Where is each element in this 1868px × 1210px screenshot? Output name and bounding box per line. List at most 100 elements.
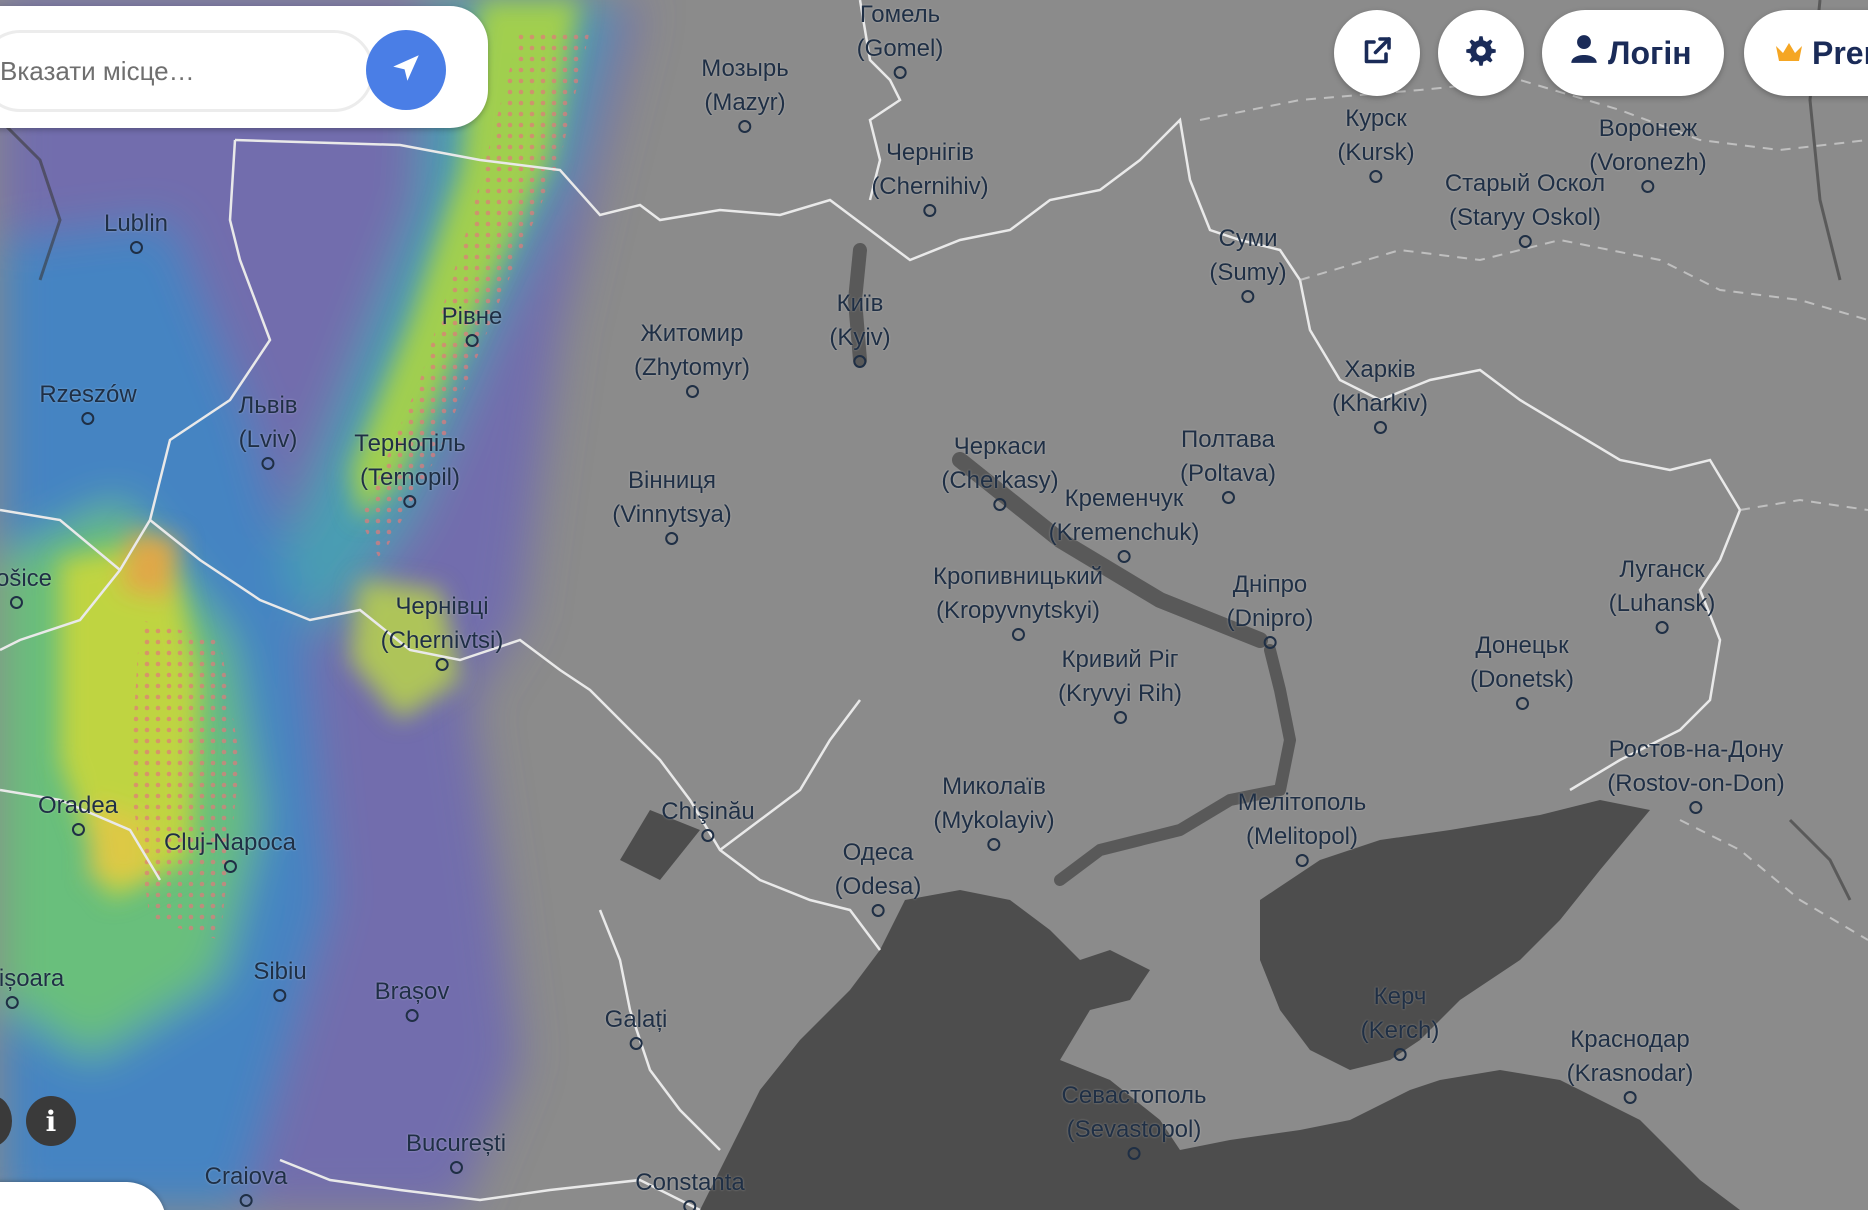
- city-marker: [893, 66, 907, 79]
- city-label-zhytomyr[interactable]: Житомир (Zhytomyr): [634, 317, 750, 398]
- city-label-melitopol[interactable]: Мелітополь (Melitopol): [1237, 786, 1367, 867]
- city-label-constanta[interactable]: Constanta: [635, 1166, 745, 1210]
- city-name: Київ: [836, 290, 884, 317]
- city-label-rivne[interactable]: Рівне: [442, 300, 502, 347]
- city-label-chisinau[interactable]: Chişinău: [661, 795, 755, 842]
- premium-label: Premium: [1812, 34, 1868, 71]
- city-label-voronezh[interactable]: Воронеж (Voronezh): [1589, 112, 1707, 193]
- city-marker: [1117, 550, 1131, 563]
- city-label-craiova[interactable]: Craiova: [205, 1160, 287, 1207]
- city-label-mykolayiv[interactable]: Миколаїв (Mykolayiv): [933, 770, 1055, 851]
- city-marker: [923, 204, 937, 217]
- city-label-staryy-oskol[interactable]: Старый Оскол (Staryy Oskol): [1445, 167, 1605, 248]
- city-label-kremenchuk[interactable]: Кременчук (Kremenchuk): [1049, 482, 1199, 563]
- login-button[interactable]: Логін: [1542, 10, 1724, 96]
- city-marker: [1373, 421, 1387, 434]
- city-name: Харків: [1344, 356, 1416, 383]
- city-latin-name: (Luhansk): [1608, 590, 1716, 617]
- user-icon: [1570, 34, 1598, 72]
- city-name: Sibiu: [253, 958, 307, 985]
- city-label-sibiu[interactable]: Sibiu: [253, 955, 307, 1002]
- city-latin-name: (Zhytomyr): [634, 354, 750, 381]
- city-label-chernivtsi[interactable]: Чернівці (Chernivtsi): [381, 590, 503, 671]
- bottom-panel[interactable]: [0, 1182, 166, 1210]
- city-label-kyiv[interactable]: Київ (Kyiv): [829, 287, 891, 368]
- search-input[interactable]: [0, 30, 374, 112]
- share-button[interactable]: [1334, 10, 1420, 96]
- city-marker: [239, 1194, 253, 1207]
- locate-button[interactable]: [366, 30, 446, 110]
- settings-button[interactable]: [1438, 10, 1524, 96]
- city-label-cherkasy[interactable]: Черкаси (Cherkasy): [941, 430, 1059, 511]
- city-label-kerch[interactable]: Керч (Kerch): [1361, 980, 1439, 1061]
- weather-map[interactable]: Гомель (Gomel) Мозырь (Mazyr) Чернігів (Chern…: [0, 0, 1868, 1210]
- city-name: Вінниця: [627, 467, 716, 494]
- city-label-bucuresti[interactable]: București: [406, 1127, 506, 1174]
- city-name: Львів: [238, 392, 298, 419]
- city-name: Старый Оскол: [1444, 170, 1606, 197]
- city-label-timisoara[interactable]: Timișoara: [0, 962, 64, 1009]
- city-label-sumy[interactable]: Суми (Sumy): [1209, 222, 1287, 303]
- city-label-lviv[interactable]: Львів (Lviv): [238, 389, 298, 470]
- city-label-sevastopol[interactable]: Севастополь (Sevastopol): [1061, 1079, 1207, 1160]
- city-latin-name: (Gomel): [856, 35, 944, 62]
- city-name: Севастополь: [1061, 1082, 1207, 1109]
- city-name: Гомель: [859, 1, 941, 28]
- city-marker: [405, 1009, 419, 1022]
- city-latin-name: (Lviv): [238, 426, 298, 453]
- city-label-kursk[interactable]: Курск (Kursk): [1337, 102, 1415, 183]
- city-label-donetsk[interactable]: Донецьк (Donetsk): [1470, 629, 1574, 710]
- city-latin-name: (Kursk): [1337, 139, 1415, 166]
- city-name: Черкаси: [953, 433, 1047, 460]
- city-label-oradea[interactable]: Oradea: [38, 789, 118, 836]
- info-button[interactable]: i: [26, 1096, 76, 1146]
- city-marker: [1011, 628, 1025, 641]
- city-label-galati[interactable]: Galați: [605, 1003, 667, 1050]
- city-latin-name: (Vinnytsya): [612, 501, 732, 528]
- city-latin-name: (Kropyvnytskyi): [935, 597, 1101, 624]
- city-label-krasnodar[interactable]: Краснодар (Krasnodar): [1567, 1023, 1693, 1104]
- city-marker: [71, 823, 85, 836]
- city-label-luhansk[interactable]: Луганск (Luhansk): [1608, 553, 1716, 634]
- city-label-vinnytsya[interactable]: Вінниця (Vinnytsya): [612, 464, 732, 545]
- city-label-lublin[interactable]: Lublin: [104, 207, 168, 254]
- city-name: Житомир: [640, 320, 744, 347]
- city-marker: [81, 412, 95, 425]
- city-label-brasov[interactable]: Brașov: [375, 975, 449, 1022]
- city-latin-name: (Rostov-on-Don): [1607, 770, 1785, 797]
- city-label-kharkiv[interactable]: Харків (Kharkiv): [1332, 353, 1428, 434]
- city-marker: [1263, 636, 1277, 649]
- city-marker: [871, 904, 885, 917]
- city-name: Rzeszów: [39, 381, 137, 408]
- city-label-rostov[interactable]: Ростов-на-Дону (Rostov-on-Don): [1607, 733, 1785, 814]
- city-label-kryvyi-rih[interactable]: Кривий Ріг (Kryvyi Rih): [1058, 643, 1182, 724]
- city-label-ternopil[interactable]: Тернопіль (Ternopil): [354, 427, 466, 508]
- city-label-kropyvnytskyi[interactable]: Кропивницький (Kropyvnytskyi): [933, 560, 1103, 641]
- city-label-odesa[interactable]: Одеса (Odesa): [835, 836, 921, 917]
- city-name: Ростов-на-Дону: [1608, 736, 1784, 763]
- city-label-gomel[interactable]: Гомель (Gomel): [856, 0, 944, 79]
- external-link-icon: [1359, 33, 1395, 74]
- city-marker: [1641, 180, 1655, 193]
- city-label-mazyr[interactable]: Мозырь (Mazyr): [701, 52, 789, 133]
- city-name: Кременчук: [1064, 485, 1184, 512]
- city-latin-name: (Mazyr): [704, 89, 786, 116]
- city-marker: [701, 829, 715, 842]
- city-name: Чернівці: [395, 593, 489, 620]
- city-marker: [685, 385, 699, 398]
- info-icon: i: [45, 1104, 57, 1138]
- city-label-cluj[interactable]: Cluj-Napoca: [164, 826, 296, 873]
- city-name: Дніпро: [1232, 571, 1308, 598]
- city-name: Lublin: [103, 210, 169, 237]
- city-marker: [1241, 290, 1255, 303]
- city-label-kosice[interactable]: Košice: [0, 562, 52, 609]
- city-label-dnipro[interactable]: Дніпро (Dnipro): [1227, 568, 1313, 649]
- premium-button[interactable]: Premium: [1744, 10, 1868, 96]
- city-name: București: [405, 1130, 507, 1157]
- city-name: Мелітополь: [1237, 789, 1367, 816]
- city-latin-name: (Chernihiv): [871, 173, 989, 200]
- city-label-rzeszow[interactable]: Rzeszów: [39, 378, 137, 425]
- city-marker: [465, 334, 479, 347]
- city-label-chernihiv[interactable]: Чернігів (Chernihiv): [871, 136, 989, 217]
- city-marker: [1127, 1147, 1141, 1160]
